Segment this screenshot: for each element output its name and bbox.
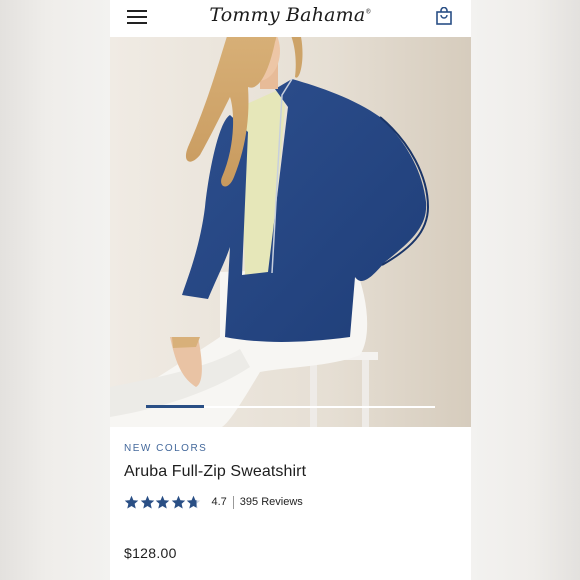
product-info: NEW COLORS Aruba Full-Zip Sweatshirt 4.7… [124, 443, 454, 561]
product-image-gallery[interactable] [110, 37, 471, 427]
brand-mark: ® [365, 8, 372, 16]
shopping-bag-icon[interactable] [436, 6, 452, 25]
gallery-progress-track[interactable] [146, 405, 435, 408]
star-icon [186, 495, 201, 508]
rating-stars [124, 495, 202, 510]
rating-value: 4.7 [211, 496, 227, 508]
gallery-progress-fill [146, 405, 204, 408]
brand-name: Tommy Bahama [209, 4, 366, 26]
site-header: Tommy Bahama® [110, 0, 471, 37]
product-page: Tommy Bahama® NEW COLORS Aruba Full-Zip … [110, 0, 471, 580]
rating-divider [232, 495, 234, 509]
product-photo [110, 37, 471, 427]
star-icon [140, 495, 154, 508]
star-icon [124, 495, 139, 508]
product-title: Aruba Full-Zip Sweatshirt [124, 463, 307, 480]
new-colors-badge: NEW COLORS [124, 443, 208, 454]
product-price: $128.00 [124, 545, 177, 561]
star-icon [155, 495, 170, 508]
brand-logo[interactable]: Tommy Bahama® [110, 4, 471, 26]
star-icon [171, 495, 185, 508]
product-rating[interactable]: 4.7 395 Reviews [124, 493, 454, 511]
reviews-link[interactable]: 395 Reviews [240, 496, 303, 508]
